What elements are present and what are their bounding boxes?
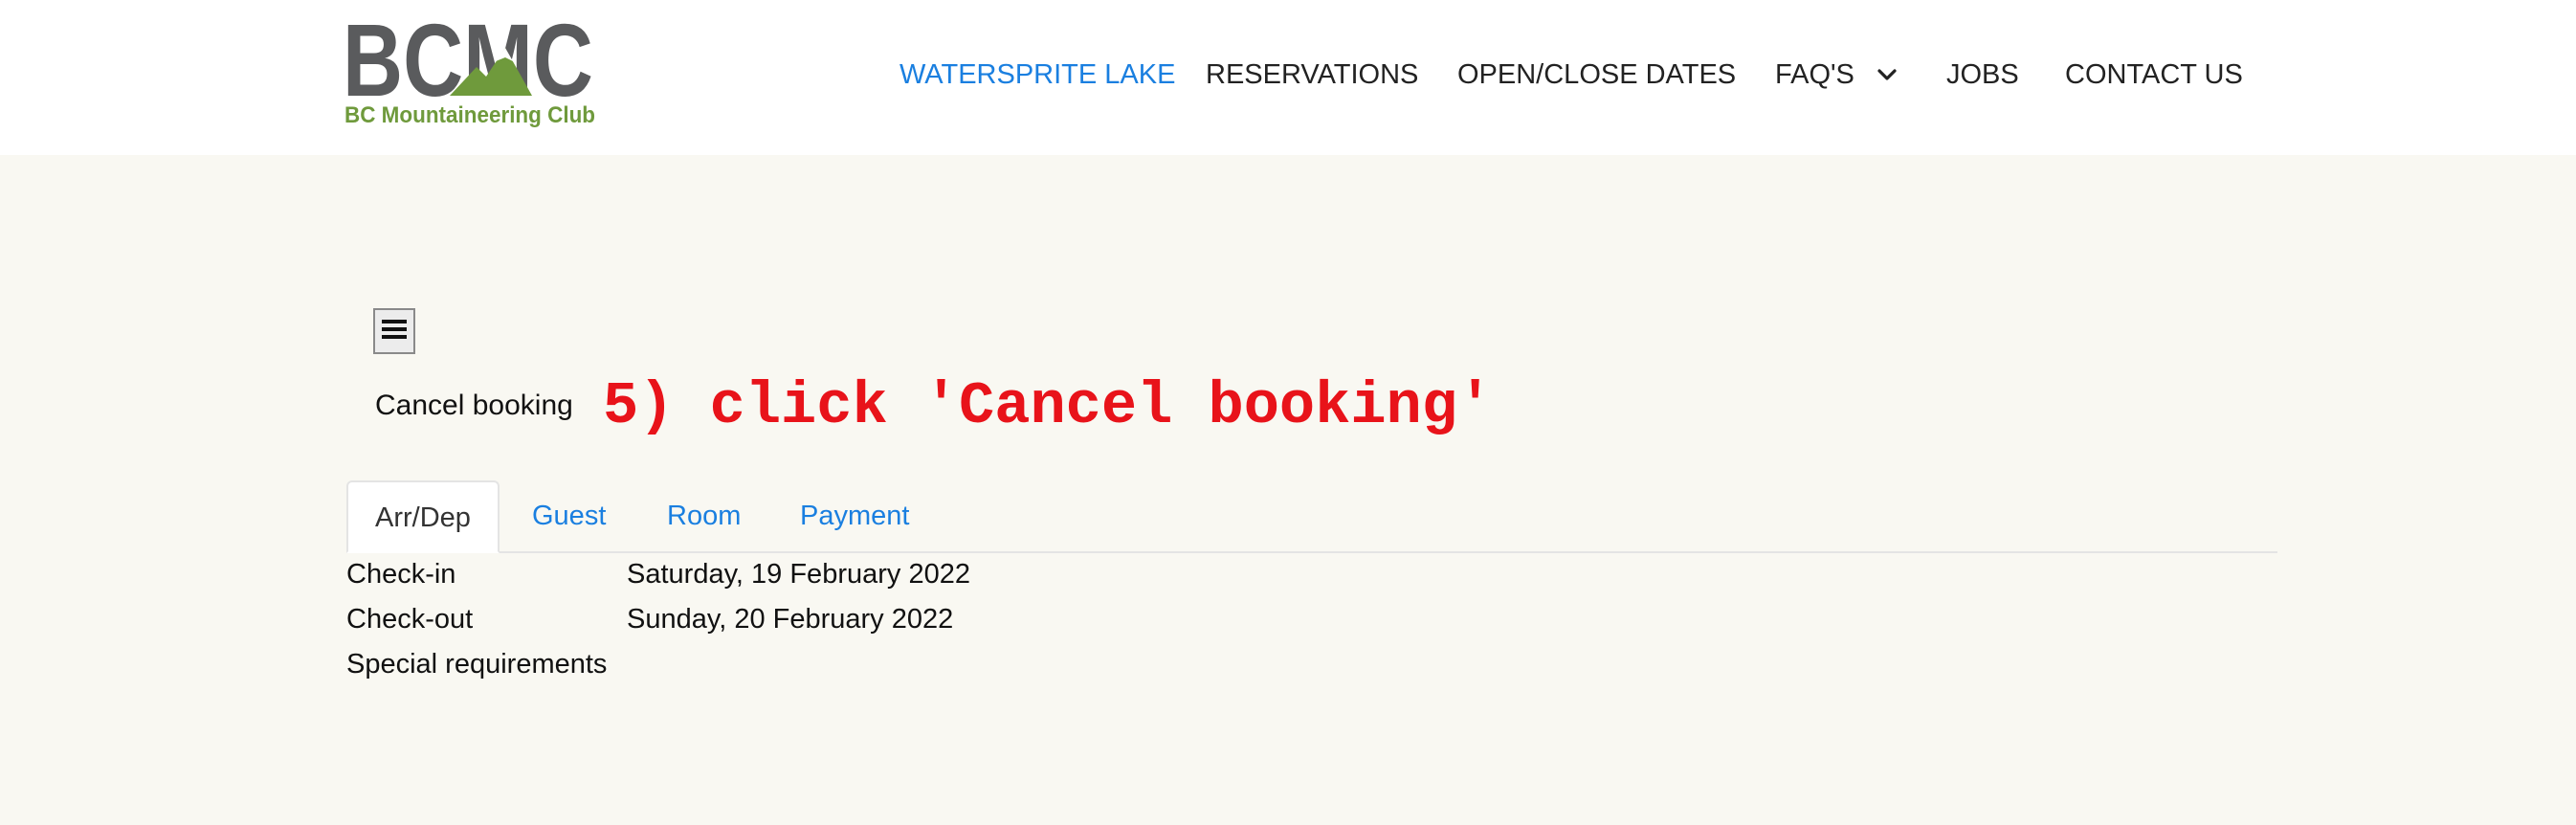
nav-waterspite-lake[interactable]: WATERSPRITE LAKE [899,54,1175,96]
cancel-booking-link[interactable]: Cancel booking [375,387,573,425]
check-out-value: Sunday, 20 February 2022 [627,604,954,635]
nav-faqs[interactable]: FAQ'S [1775,54,1897,97]
nav-faqs-label: FAQ'S [1775,59,1854,90]
logo-tagline: BC Mountaineering Club [344,102,595,128]
site-header: BCMC BC Mountaineering Club WATERSPRITE … [0,0,2576,155]
hamburger-menu-button[interactable] [373,308,415,354]
nav-open-close-dates[interactable]: OPEN/CLOSE DATES [1457,54,1736,96]
booking-tabs: Arr/Dep Guest Room Payment [346,480,2277,553]
nav-reservations[interactable]: RESERVATIONS [1206,54,1418,96]
instruction-annotation: 5) click 'Cancel booking' [603,372,1494,440]
tab-room[interactable]: Room [667,480,741,551]
special-requirements-label: Special requirements [346,649,608,680]
tab-arr-dep[interactable]: Arr/Dep [346,480,500,553]
tab-guest[interactable]: Guest [532,480,606,551]
nav-contact-us[interactable]: CONTACT US [2065,54,2243,96]
nav-jobs[interactable]: JOBS [1946,54,2019,96]
check-in-label: Check-in [346,559,456,590]
tab-payment[interactable]: Payment [800,480,909,551]
hamburger-menu-icon [382,319,407,345]
chevron-down-icon [1877,52,1897,94]
main-nav: WATERSPRITE LAKE RESERVATIONS OPEN/CLOSE… [0,54,2576,96]
check-out-label: Check-out [346,604,474,635]
check-in-value: Saturday, 19 February 2022 [627,559,970,590]
